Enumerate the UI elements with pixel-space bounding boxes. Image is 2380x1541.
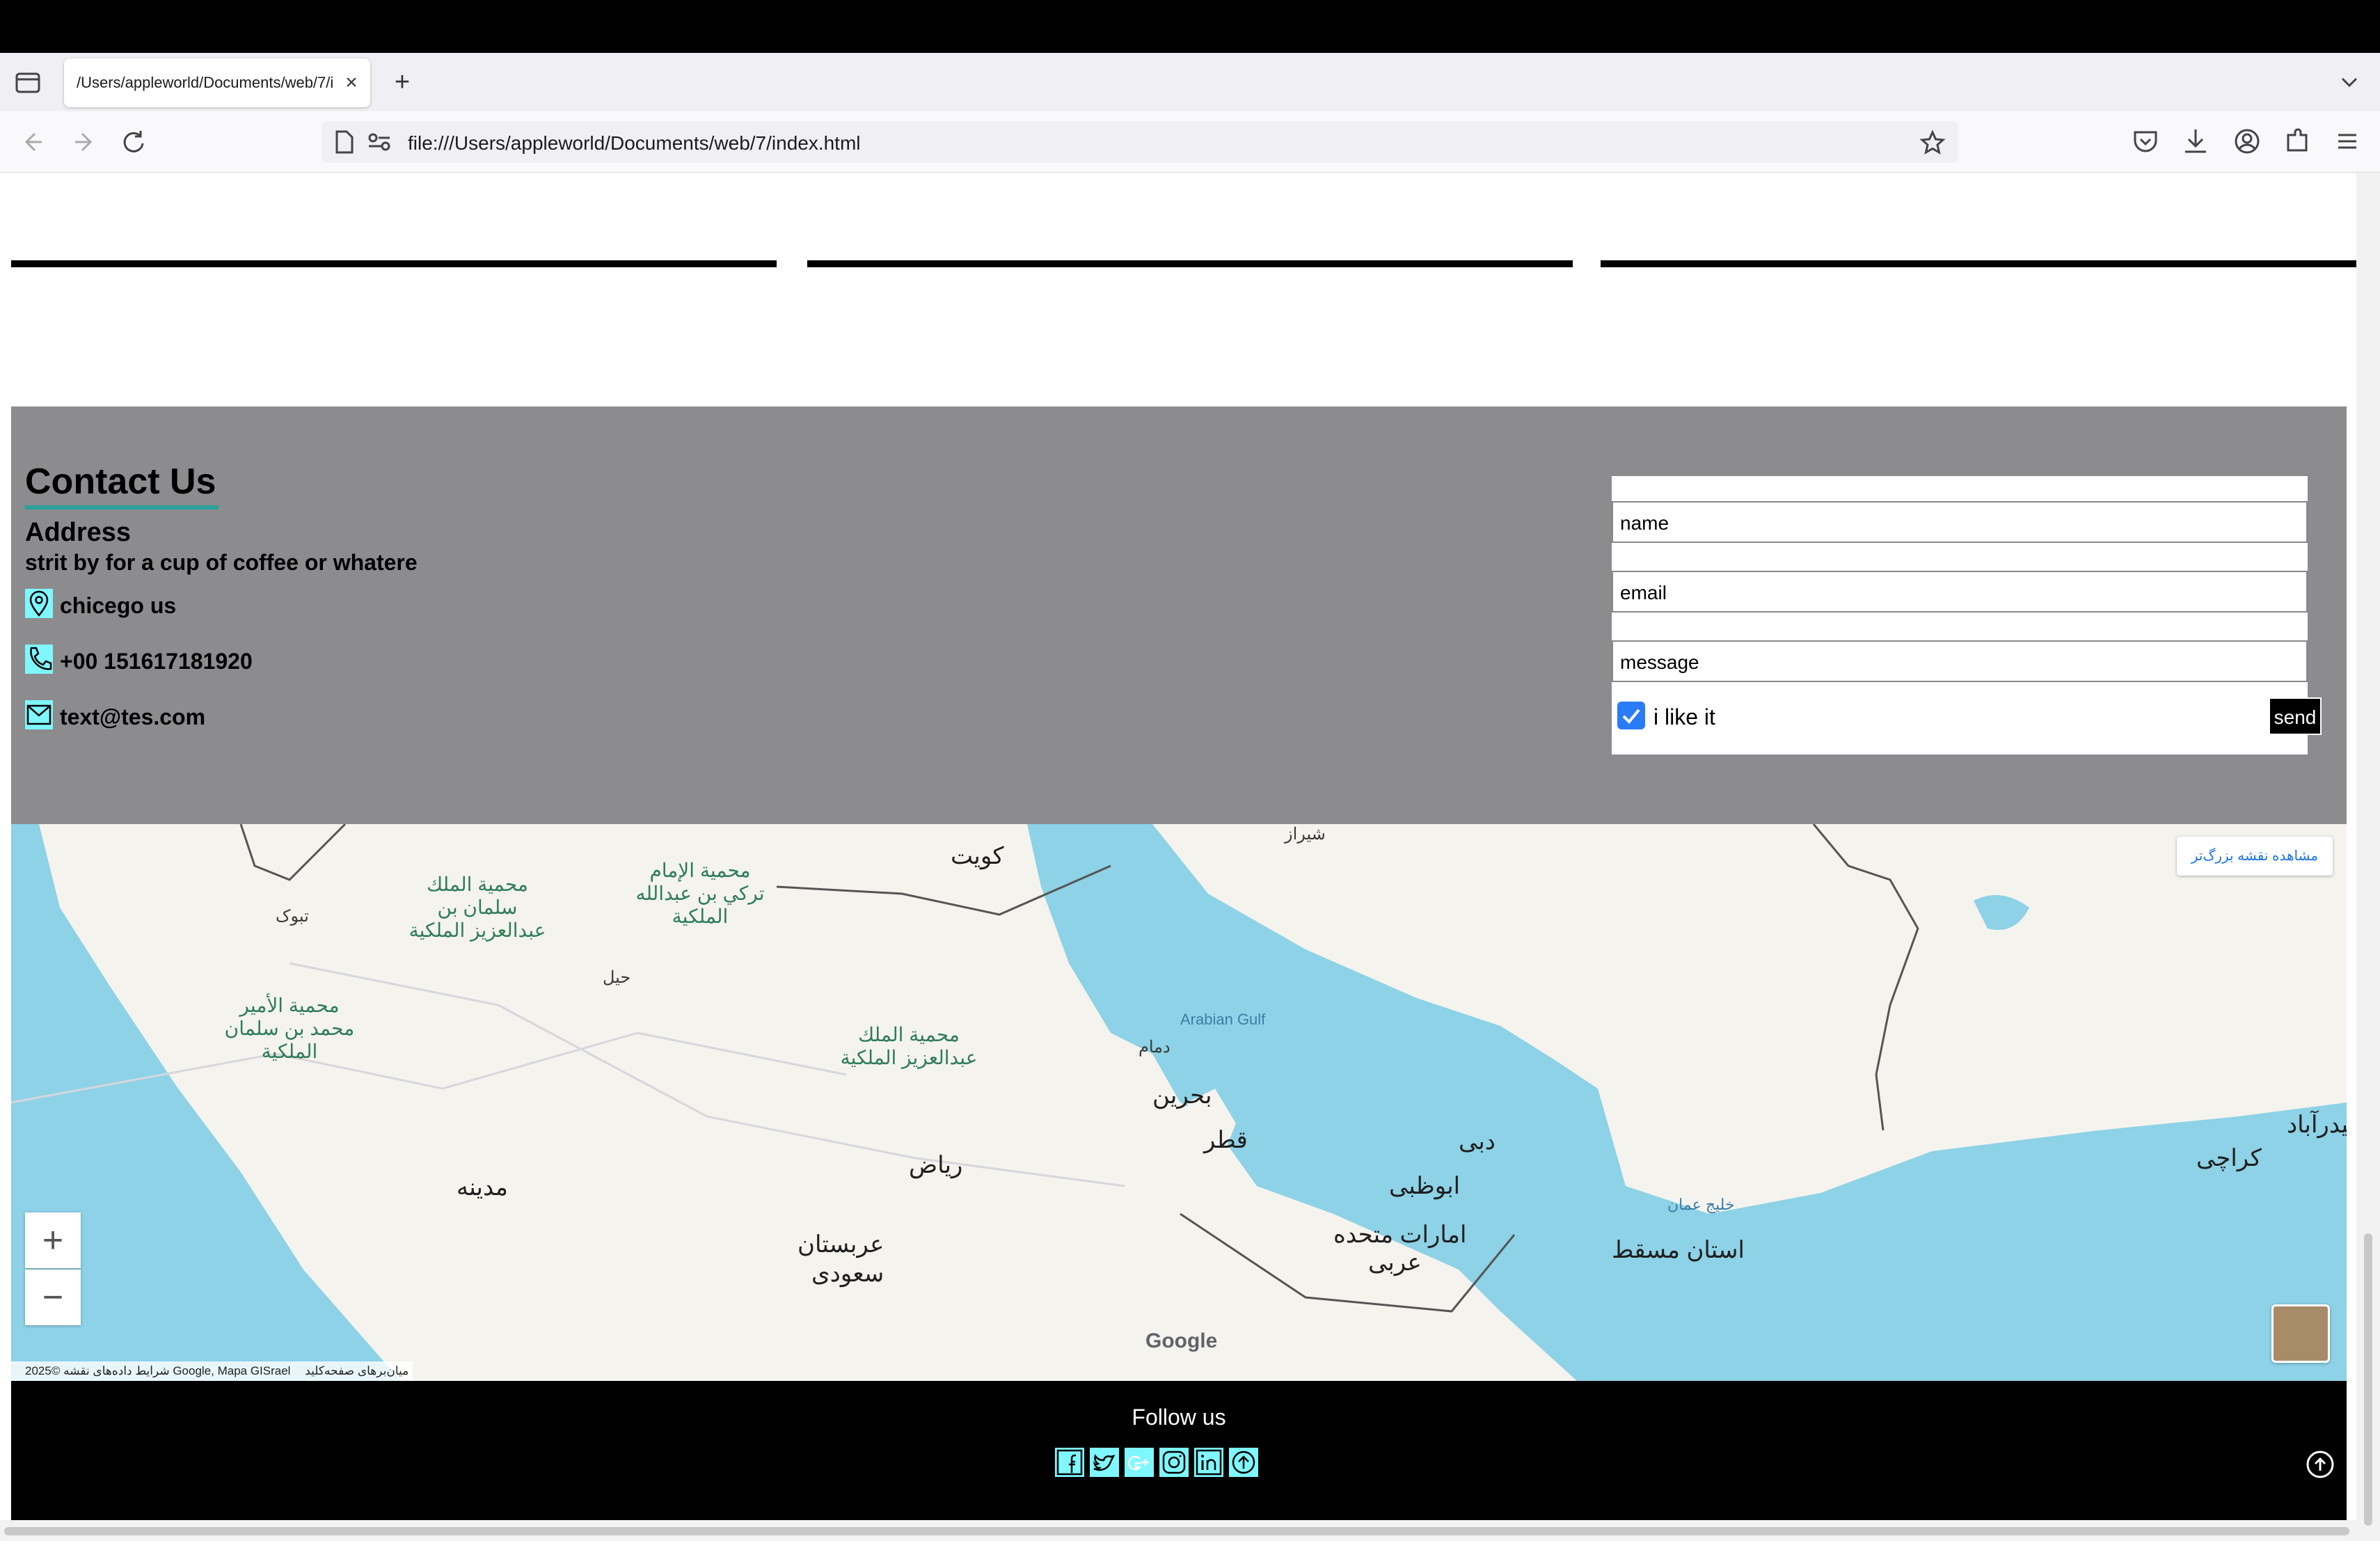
- map-label-park-1: محمية الملك سلمان بن عبدالعزيز الملكية: [408, 874, 546, 941]
- page-content: Contact Us Address strit by for a cup of…: [0, 173, 2380, 1541]
- google-logo-text: Google: [1145, 1329, 1218, 1352]
- map-label-hail: حیل: [603, 968, 631, 987]
- arrow-up-circle-icon[interactable]: [1229, 1448, 1258, 1477]
- address-text: strit by for a cup of coffee or whatere: [25, 550, 418, 575]
- extensions-icon[interactable]: [2281, 125, 2313, 157]
- section-divider: [807, 260, 1573, 267]
- menu-hamburger-icon[interactable]: [2331, 125, 2363, 157]
- tab-title: /Users/appleworld/Documents/web/7/index.…: [77, 74, 334, 91]
- message-input[interactable]: message: [1612, 640, 2308, 682]
- address-heading: Address: [25, 518, 132, 547]
- google-map[interactable]: کویت ریاض عربستان سعودی قطر بحرین دمام ا…: [11, 824, 2347, 1381]
- phone-text: +00 151617181920: [60, 649, 253, 674]
- location-text: chicego us: [60, 593, 177, 618]
- zoom-in-button[interactable]: +: [25, 1212, 81, 1268]
- satellite-toggle[interactable]: [2271, 1304, 2330, 1363]
- map-label-arabian-gulf: Arabian Gulf: [1180, 1011, 1266, 1028]
- google-plus-icon[interactable]: [1125, 1448, 1154, 1477]
- back-icon[interactable]: [17, 125, 50, 159]
- tab-list-chevron-icon[interactable]: [2335, 68, 2363, 96]
- terms-link[interactable]: شرایط: [135, 1364, 169, 1377]
- title-underline: [25, 505, 219, 509]
- back-to-top-icon[interactable]: [2305, 1449, 2335, 1480]
- name-placeholder: name: [1620, 512, 1669, 534]
- map-label-qatar: قطر: [1204, 1127, 1248, 1153]
- follow-us-label: Follow us: [1132, 1405, 1226, 1430]
- downloads-icon[interactable]: [2180, 125, 2212, 157]
- browser-tab[interactable]: /Users/appleworld/Documents/web/7/index.…: [64, 58, 370, 107]
- map-label-shiraz: شیراز: [1285, 825, 1326, 844]
- facebook-icon[interactable]: [1055, 1448, 1084, 1477]
- page-icon: [335, 130, 354, 154]
- like-checkbox[interactable]: [1617, 702, 1645, 729]
- map-label-kuwait: کویت: [951, 843, 1004, 869]
- vertical-scroll-thumb[interactable]: [2364, 1233, 2372, 1526]
- vertical-scrollbar[interactable]: [2356, 173, 2380, 1541]
- url-text: file:///Users/appleworld/Documents/web/7…: [408, 132, 861, 154]
- footer: Follow us: [11, 1381, 2347, 1520]
- map-label-gulf-oman: خلیج عمان: [1667, 1196, 1735, 1213]
- name-input[interactable]: name: [1612, 501, 2308, 543]
- email-input[interactable]: email: [1612, 571, 2308, 613]
- checkbox-label: i like it: [1653, 704, 1715, 729]
- tab-strip: /Users/appleworld/Documents/web/7/index.…: [0, 53, 2380, 111]
- phone-icon: [25, 645, 53, 674]
- contact-section: Contact Us Address strit by for a cup of…: [11, 406, 2347, 824]
- map-label-bahrain: بحرین: [1152, 1082, 1212, 1109]
- contact-title: Contact Us: [25, 461, 216, 502]
- map-label-dammam: دمام: [1139, 1038, 1171, 1057]
- keyboard-shortcuts-link[interactable]: میان‌برهای صفحه‌کلید: [305, 1364, 408, 1377]
- account-icon[interactable]: [2231, 125, 2263, 157]
- map-label-dubai: دبی: [1459, 1128, 1496, 1155]
- new-tab-icon[interactable]: +: [388, 68, 416, 96]
- map-label-muscat: استان مسقط: [1612, 1237, 1745, 1263]
- send-button[interactable]: send: [2269, 697, 2322, 735]
- map-label-tabuk: تبوک: [276, 907, 309, 926]
- message-placeholder: message: [1620, 651, 1699, 673]
- google-logo: Google: [1145, 1329, 1217, 1353]
- horizontal-scroll-thumb[interactable]: [4, 1527, 2349, 1535]
- map-label-riyadh: ریاض: [909, 1152, 963, 1178]
- pocket-icon[interactable]: [2129, 125, 2161, 157]
- view-larger-map-link[interactable]: مشاهده نقشه بزرگ‌تر: [2177, 837, 2333, 876]
- linkedin-icon[interactable]: [1194, 1448, 1223, 1477]
- map-label-uae-2: عربی: [1368, 1249, 1422, 1276]
- section-divider: [1601, 260, 2359, 267]
- email-placeholder: email: [1620, 582, 1667, 603]
- zoom-out-button[interactable]: −: [25, 1270, 81, 1325]
- email-text: text@tes.com: [60, 704, 206, 729]
- instagram-icon[interactable]: [1159, 1448, 1189, 1477]
- map-label-abudhabi: ابوظبی: [1389, 1173, 1461, 1199]
- location-pin-icon: [25, 589, 53, 618]
- os-menu-bar: [0, 0, 2380, 53]
- forward-icon[interactable]: [67, 125, 100, 159]
- map-label-uae-1: امارات متحده: [1333, 1222, 1467, 1248]
- section-divider: [11, 260, 777, 267]
- bookmark-star-icon[interactable]: [1919, 129, 1946, 156]
- map-label-medina: مدینه: [457, 1174, 509, 1201]
- navigation-bar: file:///Users/appleworld/Documents/web/7…: [0, 111, 2380, 173]
- map-label-karachi: کراچی: [2196, 1145, 2262, 1171]
- url-bar[interactable]: file:///Users/appleworld/Documents/web/7…: [322, 121, 1958, 163]
- map-attribution: شرایط داده‌های نقشه ©2025 Google, Mapa G…: [11, 1361, 413, 1381]
- tab-groups-icon[interactable]: [13, 68, 43, 96]
- permissions-icon[interactable]: [366, 129, 394, 155]
- envelope-icon: [25, 700, 53, 729]
- map-label-park-3: محمية الأمير محمد بن سلمان الملكية: [224, 995, 355, 1062]
- map-label-saudi-1: عربستان: [798, 1231, 884, 1258]
- map-label-park-2: محمية الإمام تركي بن عبدالله الملكية: [635, 860, 765, 927]
- horizontal-scrollbar[interactable]: [0, 1520, 2356, 1541]
- close-tab-icon[interactable]: ×: [340, 71, 363, 95]
- reload-icon[interactable]: [117, 125, 150, 159]
- map-label-saudi-2: سعودی: [811, 1261, 884, 1287]
- twitter-icon[interactable]: [1090, 1448, 1119, 1477]
- contact-form: name email message i like it send: [1612, 476, 2322, 754]
- map-label-hyderabad: حیدرآباد: [2287, 1112, 2347, 1138]
- map-label-park-4: محمية الملك عبدالعزيز الملكية: [840, 1024, 978, 1068]
